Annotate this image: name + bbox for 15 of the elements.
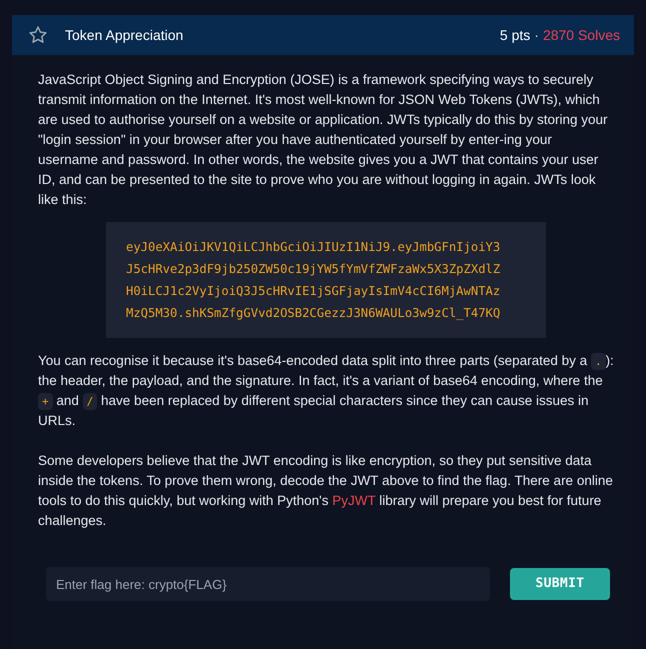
- solves-count: 2870 Solves: [542, 26, 620, 44]
- description-paragraph: You can recognise it because it's base64-encoded data split into three parts (separated by a . ): the header, the payload, and the signature. In fact, it's a variant of base64 encoding, where the + and / have been replaced by different special characters since they can cause issues in URLs.: [38, 352, 614, 430]
- inline-code: +: [38, 393, 53, 410]
- description-paragraph: Some developers believe that the JWT encoding is like encryption, so they put sensitive data inside the tokens. To prove them wrong, decode the JWT above to find the flag. There are online tools to do this quickly, but working with Python's PyJWT library will prepare you best for future challenges.: [38, 452, 614, 530]
- submit-button[interactable]: SUBMIT: [510, 568, 610, 600]
- jwt-code-block: eyJ0eXAiOiJKV1QiLCJhbGciOiJIUzI1NiJ9.eyJmbGFnIjoiY3 J5cHRve2p3dF9jb250ZW50c19jYW5fYmVfZWFzaWx5X3ZpZXdlZ H0iLCJ1c2VyIjoiQ3J5cHRvIE1jSGFjayIsImV4cCI6MjAwNTAz MzQ5M30.shKSmZfgGVvd2OSB2CGezzJ3N6WAULo3w9zCl_T47KQ: [106, 222, 546, 338]
- pyjwt-link[interactable]: PyJWT: [332, 493, 376, 508]
- points-label: 5 pts: [500, 26, 530, 45]
- flag-input-field[interactable]: Enter flag here: crypto{FLAG}: [46, 567, 490, 601]
- description-paragraph: JavaScript Object Signing and Encryption (JOSE) is a framework specifying ways to securely transmit information on the Internet. It's most well-known for JSON Web Tokens (JWTs), which are used to authorise yourself on a website or application. JWTs typically do this by storing your "login session" in your browser after you have authenticated yourself by enter-ing your username and password. In other words, the website gives you a JWT that contains your user ID, and can be presented to the site to prove who you are without logging in again. JWTs look like this:: [38, 71, 609, 209]
- inline-code: .: [590, 353, 606, 370]
- challenge-title: Token Appreciation: [65, 26, 184, 45]
- separator-dot: ·: [534, 26, 539, 44]
- inline-code: /: [82, 393, 98, 410]
- star-icon[interactable]: [28, 25, 48, 45]
